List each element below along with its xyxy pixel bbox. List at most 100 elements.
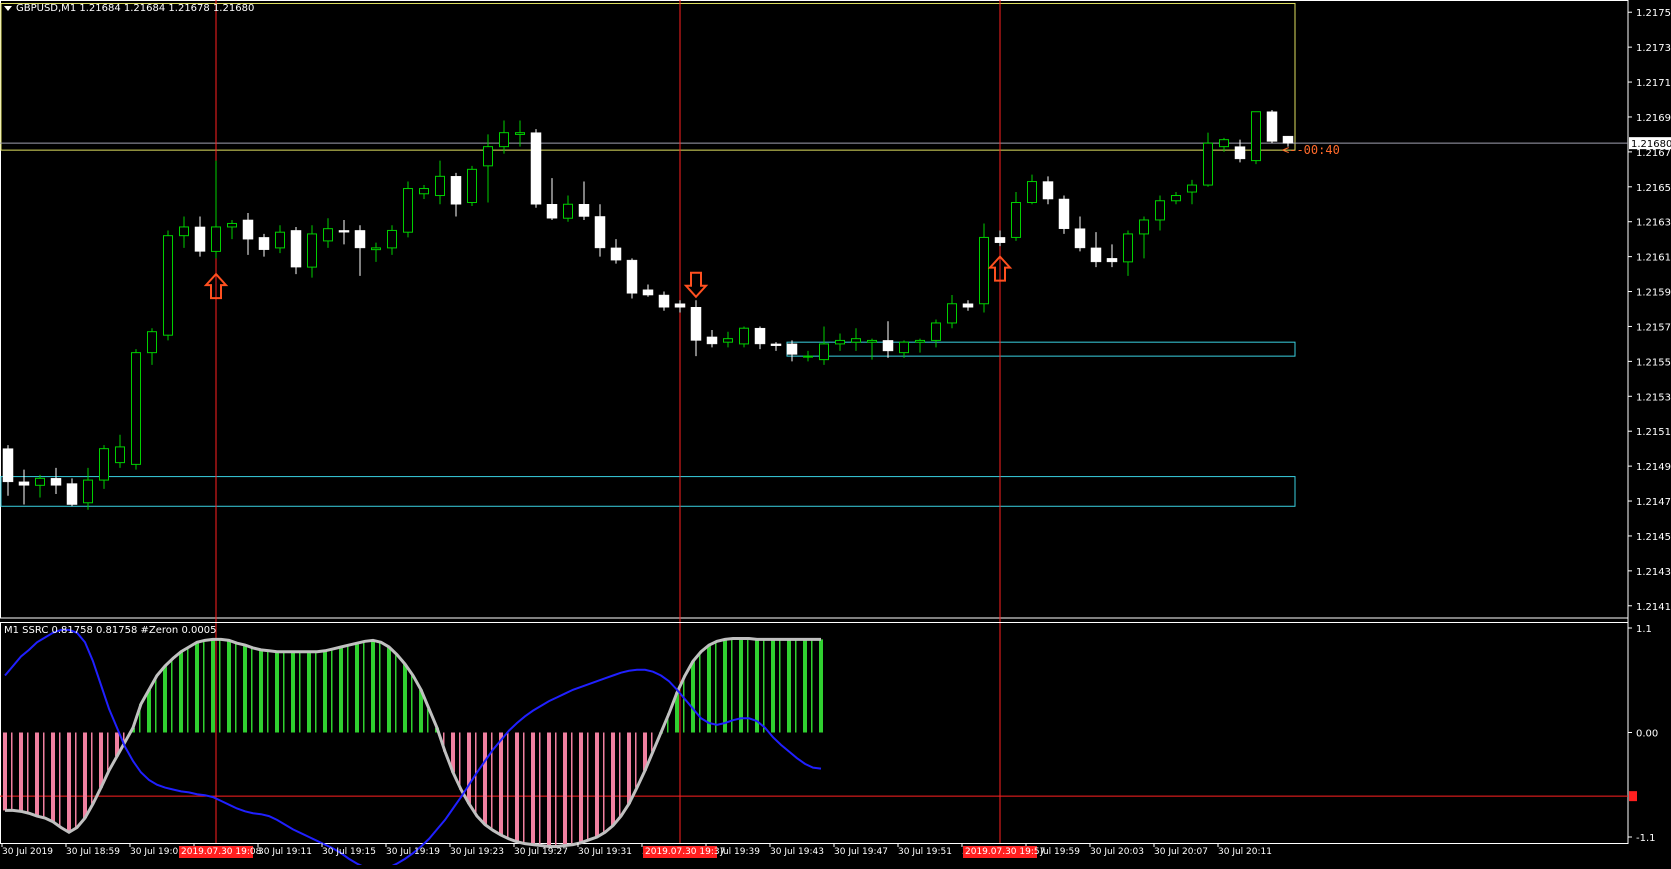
histogram-bar: [523, 732, 525, 844]
blue-line: [4, 628, 822, 869]
histogram-bar: [483, 732, 487, 825]
candle-body: [1058, 198, 1070, 229]
candle-body: [83, 479, 93, 504]
indicator-tick-label: 0.00: [1636, 729, 1658, 740]
histogram-bar: [43, 732, 45, 818]
histogram-bar: [27, 732, 29, 814]
histogram-bar: [259, 649, 263, 733]
histogram-bar: [227, 640, 231, 733]
histogram-bar: [395, 654, 397, 733]
candle-body: [66, 483, 78, 505]
candle-body: [163, 235, 173, 336]
candle-body: [739, 327, 749, 345]
histogram-bar: [155, 675, 157, 733]
chart-canvas[interactable]: 1.217551.217351.217151.216951.216751.216…: [0, 0, 1671, 869]
time-highlight-label: 2019.07.30 19:37: [645, 847, 725, 857]
indicator-tick-label: -1.1: [1636, 833, 1656, 844]
candle-body: [1027, 181, 1037, 204]
candle-body: [723, 338, 733, 343]
candle-body: [819, 343, 829, 361]
candle-body: [371, 247, 381, 251]
histogram-bar: [299, 651, 301, 733]
histogram-bar: [283, 651, 285, 733]
chart-window[interactable]: 1.217551.217351.217151.216951.216751.216…: [0, 0, 1671, 869]
candle-body: [1139, 219, 1149, 235]
histogram-bar: [163, 666, 167, 733]
candle-body: [323, 228, 333, 242]
candle-body: [403, 188, 413, 233]
histogram-bar: [763, 639, 765, 733]
histogram-bar: [371, 640, 375, 733]
histogram-bar: [315, 651, 317, 733]
bar-timer: <--00:40: [1282, 143, 1340, 157]
histogram-bar: [571, 732, 573, 845]
histogram-bar: [411, 675, 413, 733]
price-tick-label: 1.21595: [1636, 288, 1671, 299]
price-tick-label: 1.21755: [1636, 8, 1671, 19]
candle-body: [258, 237, 270, 250]
candle-body: [35, 477, 45, 486]
candle-body: [578, 204, 590, 217]
candle-body: [899, 341, 909, 354]
candle-body: [867, 339, 877, 343]
histogram-bar: [427, 708, 429, 733]
candle-body: [450, 176, 462, 205]
time-highlight-label: 2019.07.30 19:57: [965, 847, 1045, 857]
indicator-pane: [0, 622, 1629, 869]
time-tick-label: 30 Jul 19:23: [450, 847, 504, 857]
time-tick-label: 30 Jul 20:07: [1154, 847, 1208, 857]
candle-body: [962, 303, 974, 308]
symbol-label: GBPUSD,M1 1.21684 1.21684 1.21678 1.2168…: [4, 3, 254, 14]
candle-body: [483, 146, 493, 167]
histogram-bar: [67, 732, 71, 833]
menu-triangle-icon[interactable]: [4, 5, 12, 11]
histogram-bar: [611, 732, 615, 826]
price-tick-label: 1.21735: [1636, 43, 1671, 54]
support-zone-upper: [786, 341, 1296, 357]
candle-body: [626, 259, 638, 294]
candle-body: [563, 203, 573, 219]
candle-body: [18, 481, 30, 486]
candle-body: [1042, 181, 1054, 200]
histogram-bar: [59, 732, 61, 828]
histogram-bar: [539, 732, 541, 846]
price-tick-label: 1.21715: [1636, 78, 1671, 89]
time-axis: 30 Jul 2019 30 Jul 18:59 30 Jul 19:03 30 Ju…: [1, 843, 1272, 858]
time-tick-label: 30 Jul 19:19: [386, 847, 440, 857]
time-tick-label: 30 Jul 19:11: [258, 847, 312, 857]
candle-body: [1187, 184, 1197, 193]
time-tick-label: 30 Jul 19:31: [578, 847, 632, 857]
price-tick-label: 1.21415: [1636, 602, 1671, 613]
histogram-bar: [587, 732, 589, 840]
histogram-bar: [795, 639, 797, 733]
candle-body: [642, 289, 654, 296]
histogram-bar: [179, 651, 183, 733]
candle-body: [99, 448, 109, 481]
histogram-bar: [803, 639, 807, 733]
histogram-bar: [203, 640, 205, 733]
candle-body: [594, 216, 606, 249]
time-tick-label: 30 Jul 19:43: [770, 847, 824, 857]
candle-body: [947, 303, 957, 324]
histogram-bar: [107, 732, 109, 771]
candle-body: [915, 339, 925, 343]
candle-body: [1074, 228, 1086, 249]
indicator-axis: 1.1 0.00 -1.1: [1628, 624, 1658, 844]
arrow-down-icon: [683, 271, 709, 299]
candle-body: [931, 322, 941, 341]
symbol-label-text: GBPUSD,M1 1.21684 1.21684 1.21678 1.2168…: [16, 3, 255, 14]
histogram-bar: [331, 648, 333, 733]
histogram-bar: [355, 643, 359, 733]
candle-body: [338, 230, 350, 233]
candle-body: [1011, 202, 1021, 238]
histogram-bar: [51, 732, 55, 822]
price-axis: 1.217551.217351.217151.216951.216751.216…: [1628, 8, 1671, 613]
candle-body: [242, 219, 254, 240]
histogram-bar: [171, 658, 173, 733]
price-tick-label: 1.21535: [1636, 392, 1671, 403]
time-tick-label: 30 Jul 19:27: [514, 847, 568, 857]
histogram-bar: [11, 732, 13, 811]
candle-body: [1090, 247, 1102, 263]
price-tick-label: 1.21555: [1636, 357, 1671, 368]
candle-body: [1251, 111, 1261, 162]
